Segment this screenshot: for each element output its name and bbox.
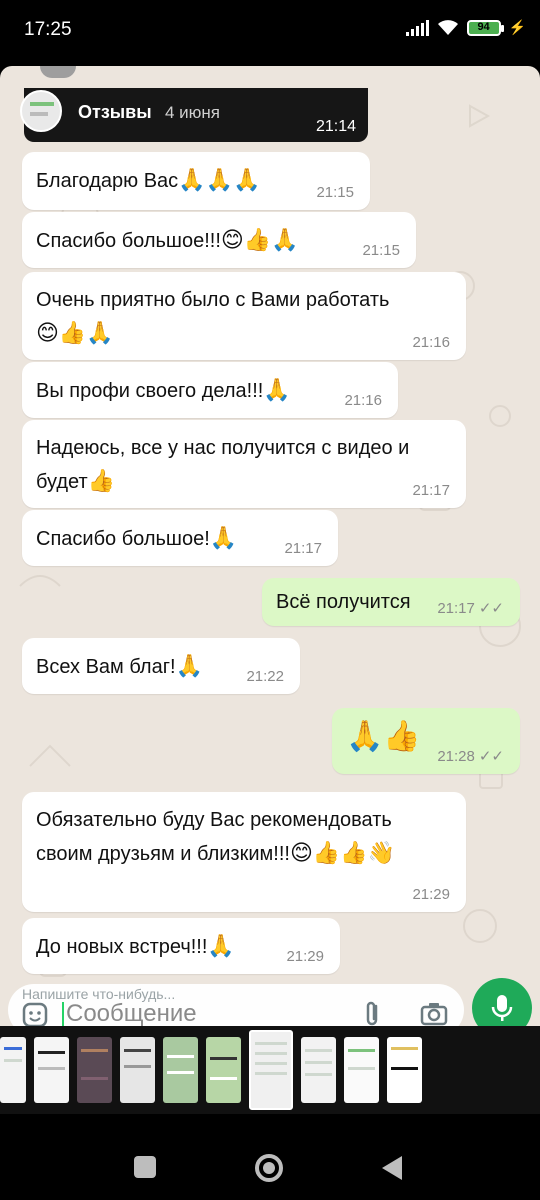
message-text: Всех Вам благ! <box>36 656 176 678</box>
message-time: 21:15 <box>316 184 354 201</box>
story-thumbnail[interactable] <box>206 1037 241 1103</box>
story-thumbnail[interactable] <box>344 1037 379 1103</box>
message-text: Спасибо большое! <box>36 528 210 550</box>
message-time: 21:16 <box>344 392 382 409</box>
message-text: До новых встреч!!! <box>36 936 208 958</box>
forwarded-title: Отзывы <box>78 102 152 122</box>
message-bubble[interactable]: Всех Вам благ!🙏 21:22 <box>22 638 300 694</box>
charging-icon: ⚡ <box>508 19 526 35</box>
message-bubble[interactable]: До новых встреч!!!🙏 21:29 <box>22 918 340 974</box>
story-thumbnail[interactable] <box>120 1037 155 1103</box>
forwarded-time: 21:14 <box>316 118 357 135</box>
message-bubble[interactable]: Надеюсь, все у нас получится с видео и б… <box>22 420 466 508</box>
message-time: 21:22 <box>246 668 284 685</box>
message-time: 21:17 <box>412 482 450 499</box>
story-thumbnail[interactable] <box>0 1037 26 1103</box>
message-text: Очень приятно было с Вами работать <box>36 289 390 311</box>
message-bubble[interactable]: Вы профи своего дела!!!🙏 21:16 <box>22 362 398 418</box>
message-time: 21:29 <box>286 948 324 965</box>
back-icon[interactable] <box>382 1156 402 1180</box>
story-thumbnail[interactable] <box>387 1037 422 1103</box>
battery-icon: 94 <box>466 19 504 36</box>
text-cursor <box>62 1002 64 1026</box>
message-text: Вы профи своего дела!!! <box>36 380 264 402</box>
story-thumbnail[interactable] <box>34 1037 69 1103</box>
message-bubble[interactable]: Благодарю Вас🙏🙏🙏 21:15 <box>22 152 370 210</box>
camera-icon[interactable] <box>420 1002 448 1026</box>
status-icons: 94 ⚡ <box>405 19 526 36</box>
message-text: Всё получится <box>276 591 411 613</box>
message-emoji: 🙏 <box>175 654 203 679</box>
story-thumbnail[interactable] <box>20 90 62 132</box>
read-ticks-icon: ✓✓ <box>478 600 504 617</box>
message-time: 21:16 <box>412 334 450 351</box>
microphone-icon <box>491 995 513 1021</box>
message-bubble-outgoing[interactable]: Всё получится 21:17 ✓✓ <box>262 578 520 626</box>
message-emoji: 😊👍🙏 <box>220 228 299 253</box>
message-input-bar: Напишите что-нибудь... Сообщение <box>0 978 540 1038</box>
message-emoji: 🙏🙏🙏 <box>178 168 261 193</box>
message-emoji: 😊👍👍👋 <box>289 841 396 866</box>
message-emoji: 👍 <box>87 469 116 494</box>
message-emoji: 😊👍🙏 <box>36 321 114 346</box>
system-navbar <box>0 1114 540 1200</box>
message-emoji: 🙏 <box>209 526 238 551</box>
story-thumbnail[interactable] <box>301 1037 336 1103</box>
wifi-icon <box>437 19 458 35</box>
message-emoji: 🙏 <box>263 378 291 403</box>
story-thumbnails-strip <box>0 1026 540 1114</box>
sticker-icon[interactable] <box>22 1002 48 1028</box>
message-time: 21:17 <box>284 540 322 557</box>
read-ticks-icon: ✓✓ <box>478 748 504 765</box>
message-text: Благодарю Вас <box>36 170 179 192</box>
message-bubble[interactable]: Очень приятно было с Вами работать 😊👍🙏 21… <box>22 272 466 360</box>
message-time: 21:17 ✓✓ <box>437 601 504 616</box>
message-bubble[interactable]: Обязательно буду Вас рекомендовать своим… <box>22 792 466 912</box>
message-bubble[interactable]: Спасибо большое!!!😊👍🙏 21:15 <box>22 212 416 268</box>
message-time: 21:29 <box>412 886 450 903</box>
message-bubble[interactable]: Спасибо большое!🙏 21:17 <box>22 510 338 566</box>
message-emoji: 🙏👍 <box>346 719 421 754</box>
signal-icon <box>405 19 429 36</box>
status-time: 17:25 <box>24 19 72 40</box>
message-time: 21:28 ✓✓ <box>437 749 504 764</box>
story-thumbnail[interactable] <box>163 1037 198 1103</box>
forwarded-date: 4 июня <box>165 103 221 122</box>
message-emoji: 🙏 <box>207 934 235 959</box>
message-bubble-outgoing[interactable]: 🙏👍 21:28 ✓✓ <box>332 708 520 774</box>
square-icon[interactable] <box>134 1156 156 1178</box>
home-icon[interactable] <box>255 1154 283 1182</box>
message-time: 21:15 <box>362 242 400 259</box>
story-thumbnail-selected[interactable] <box>249 1030 293 1110</box>
message-time-value: 21:28 <box>437 748 475 765</box>
battery-level: 94 <box>477 20 490 33</box>
chat-area[interactable]: Отзывы 4 июня 21:14 Благодарю Вас🙏🙏🙏 21:… <box>0 66 540 1026</box>
message-time-value: 21:17 <box>437 600 475 617</box>
message-text: Спасибо большое!!! <box>36 230 221 252</box>
message-input-placeholder: Сообщение <box>66 1000 197 1027</box>
status-bar: 17:25 94 ⚡ <box>0 0 540 62</box>
story-thumbnail[interactable] <box>77 1037 112 1103</box>
paperclip-icon[interactable] <box>360 1000 386 1028</box>
